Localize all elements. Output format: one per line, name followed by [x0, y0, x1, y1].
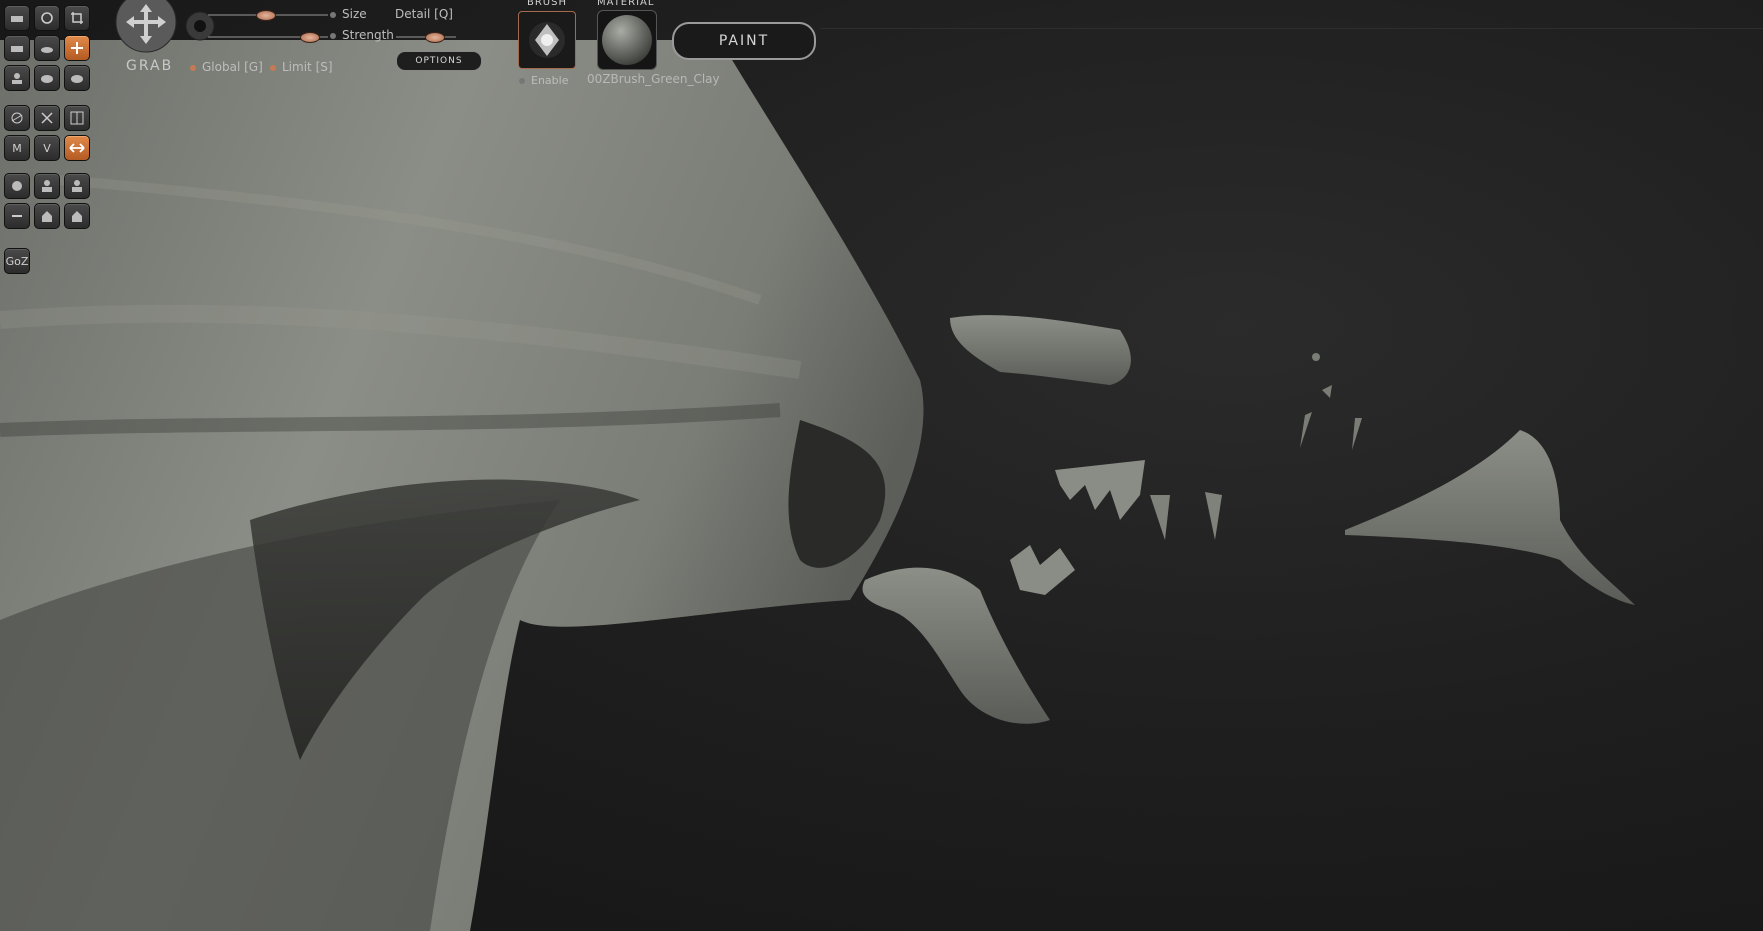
blob-button[interactable]: [34, 65, 60, 91]
rotate-icon: [41, 12, 53, 24]
house-button[interactable]: [64, 203, 90, 229]
paint-button[interactable]: PAINT: [672, 22, 816, 60]
top-toolbar: GRAB Size Detail [Q] Strength Global [G]…: [100, 0, 820, 90]
detail-slider-knob[interactable]: [425, 32, 445, 43]
m-button[interactable]: M: [4, 135, 30, 161]
sculpt-teeth: [1055, 460, 1145, 520]
limit-toggle[interactable]: Limit [S]: [270, 60, 333, 74]
arrows-button[interactable]: [64, 135, 90, 161]
move-button[interactable]: [64, 35, 90, 61]
enable-toggle[interactable]: Enable: [519, 74, 568, 87]
smooth-icon: [41, 47, 53, 53]
house-icon: [42, 211, 52, 222]
detail-label: Detail [Q]: [395, 7, 453, 21]
head-button[interactable]: [4, 65, 30, 91]
strength-label: Strength: [330, 28, 394, 42]
cube-sphere-button[interactable]: [34, 173, 60, 199]
m-icon: M: [12, 141, 22, 155]
limit-dot-icon: [270, 64, 276, 71]
size-label: Size: [330, 7, 367, 21]
material-sphere-icon: [602, 15, 652, 65]
global-dot-icon: [190, 64, 196, 71]
sculpt-lower-teeth: [1010, 545, 1075, 595]
bowl-icon: [11, 46, 23, 52]
brush-header: BRUSH: [527, 0, 567, 8]
bowl-icon: [11, 16, 23, 22]
move-icon: [71, 42, 83, 54]
material-header: MATERIAL: [597, 0, 655, 8]
size-slider-knob[interactable]: [256, 10, 276, 21]
sculpt-lower-jaw-fragment: [862, 567, 1050, 724]
circle-line-icon: [11, 112, 23, 124]
sculpt-spike: [1352, 418, 1362, 450]
sculpt-spike: [1300, 412, 1312, 448]
crop-button[interactable]: [64, 5, 90, 31]
blob-icon: [71, 75, 83, 83]
brush-alpha-icon: [529, 22, 565, 58]
bowl-icon-button[interactable]: [4, 35, 30, 61]
cube-sphere-icon: [42, 180, 52, 192]
smooth-button[interactable]: [34, 35, 60, 61]
sculpt-viewport[interactable]: [0, 0, 1763, 931]
limit-label: Limit [S]: [282, 60, 333, 74]
sculpt-upper-jaw-fragment: [950, 315, 1131, 385]
house-button[interactable]: [34, 203, 60, 229]
cube-sphere-icon: [72, 180, 82, 192]
grid-button[interactable]: [64, 105, 90, 131]
sculpt-horn: [1345, 430, 1635, 605]
tool-name: GRAB: [126, 58, 174, 74]
blob-button[interactable]: [64, 65, 90, 91]
strength-label-text: Strength: [342, 28, 394, 42]
minus-button[interactable]: [4, 203, 30, 229]
v-button[interactable]: V: [34, 135, 60, 161]
strength-dot-icon: [330, 32, 336, 39]
rotate-button[interactable]: [34, 5, 60, 31]
size-label-text: Size: [342, 7, 367, 21]
sculpt-speck: [1322, 385, 1332, 398]
goz-button[interactable]: GoZ: [4, 248, 30, 274]
global-label: Global [G]: [202, 60, 263, 74]
top-divider: [820, 28, 1763, 29]
circle-line-button[interactable]: [4, 105, 30, 131]
x-icon: [41, 112, 53, 124]
material-name: 00ZBrush_Green_Clay: [587, 72, 720, 86]
goz-label: GoZ: [5, 254, 29, 268]
v-icon: V: [43, 141, 51, 155]
arrows-icon: [69, 143, 85, 153]
house-icon: [72, 211, 82, 222]
strength-slider-knob[interactable]: [300, 32, 320, 43]
minus-icon: [12, 215, 22, 217]
brush-thumbnail[interactable]: [518, 11, 576, 69]
x-button[interactable]: [34, 105, 60, 131]
head-icon: [12, 73, 22, 84]
sphere-button[interactable]: [4, 173, 30, 199]
move-arrows-icon: [115, 0, 177, 53]
crop-icon: [71, 12, 83, 24]
global-toggle[interactable]: Global [G]: [190, 60, 263, 74]
size-dot-icon: [330, 11, 336, 18]
cube-sphere-button[interactable]: [64, 173, 90, 199]
grid-icon: [70, 111, 84, 125]
blob-icon: [41, 75, 53, 83]
sculpt-tooth: [1150, 495, 1170, 540]
grab-tool-dial[interactable]: [114, 0, 178, 54]
material-thumbnail[interactable]: [597, 10, 657, 70]
sphere-icon: [12, 181, 22, 191]
enable-label: Enable: [531, 74, 569, 87]
enable-dot-icon: [519, 78, 525, 84]
sculpt-tooth: [1205, 492, 1222, 540]
bowl-icon-button[interactable]: [4, 5, 30, 31]
options-button[interactable]: OPTIONS: [396, 51, 482, 71]
sculpt-speck: [1312, 353, 1320, 361]
